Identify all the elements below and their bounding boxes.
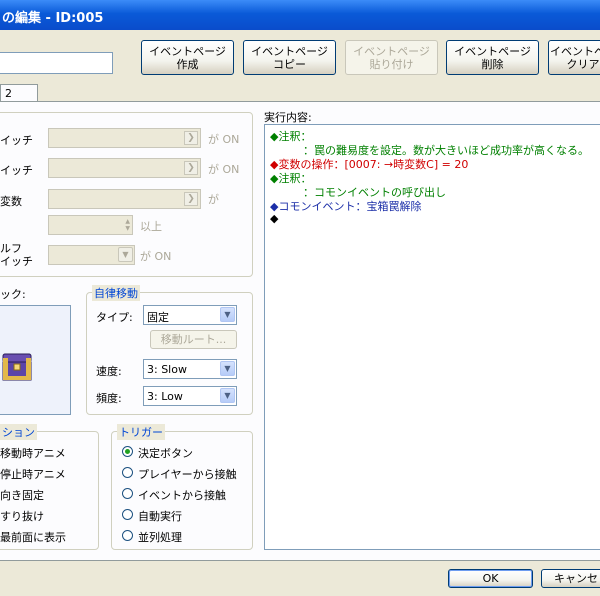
move-frequency-combo[interactable]: 3: Low ▼ — [143, 386, 237, 406]
window-title: の編集 - ID:005 — [2, 11, 104, 26]
option-step-anime[interactable]: 停止時アニメ — [0, 466, 66, 482]
contents-line[interactable]: ◆ — [270, 212, 278, 225]
autonomous-movement-title: 自律移動 — [92, 285, 140, 301]
contents-line[interactable]: ◆コモンイベント：宝箱罠解除 — [270, 198, 421, 214]
contents-list[interactable]: ◆注釈： ：罠の難易度を設定。数が大きいほど成功率が高くなる。 ◆変数の操作：[… — [264, 124, 600, 550]
trigger-radio-event-touch[interactable] — [122, 488, 133, 499]
trigger-label-event-touch: イベントから接触 — [138, 489, 226, 502]
treasure-chest-icon — [2, 353, 32, 381]
contents-label: 実行内容: — [264, 111, 312, 124]
move-type-combo[interactable]: 固定 ▼ — [143, 305, 237, 325]
title-bar: の編集 - ID:005 — [0, 0, 600, 30]
move-speed-combo[interactable]: 3: Slow ▼ — [143, 359, 237, 379]
trigger-radio-autorun[interactable] — [122, 509, 133, 520]
move-speed-label: 速度: — [96, 365, 122, 378]
trigger-label-autorun: 自動実行 — [138, 510, 182, 523]
event-name-input[interactable] — [0, 52, 113, 74]
delete-page-button[interactable]: イベントページ 削除 — [446, 40, 539, 75]
chevron-down-icon: ▼ — [220, 361, 235, 376]
clear-page-button[interactable]: イベントペー クリア — [548, 40, 600, 75]
conditions-group-border — [0, 112, 253, 277]
paste-page-button[interactable]: イベントページ 貼り付け — [345, 40, 438, 75]
option-always-on-top[interactable]: 最前面に表示 — [0, 529, 66, 545]
trigger-title: トリガー — [117, 424, 165, 440]
chevron-down-icon: ▼ — [220, 388, 235, 403]
option-through[interactable]: すり抜け — [0, 508, 44, 524]
chevron-down-icon: ▼ — [220, 307, 235, 322]
trigger-label-parallel: 並列処理 — [138, 531, 182, 544]
option-direction-fix[interactable]: 向き固定 — [0, 487, 44, 503]
trigger-radio-player-touch[interactable] — [122, 467, 133, 478]
options-title: ション — [0, 424, 37, 440]
move-route-button[interactable]: 移動ルート... — [150, 330, 237, 349]
trigger-label-action-button: 決定ボタン — [138, 447, 193, 460]
ok-button[interactable]: OK — [448, 569, 533, 588]
tab-page-2[interactable]: 2 — [0, 84, 38, 101]
graphic-label: ック: — [0, 288, 26, 301]
create-page-button[interactable]: イベントページ 作成 — [141, 40, 234, 75]
move-type-label: タイプ: — [96, 311, 133, 324]
option-walk-anime[interactable]: 移動時アニメ — [0, 445, 66, 461]
graphic-preview[interactable] — [0, 305, 71, 415]
copy-page-button[interactable]: イベントページ コピー — [243, 40, 336, 75]
move-frequency-label: 頻度: — [96, 392, 122, 405]
cancel-button[interactable]: キャンセ — [541, 569, 600, 588]
trigger-label-player-touch: プレイヤーから接触 — [138, 468, 237, 481]
trigger-radio-parallel[interactable] — [122, 530, 133, 541]
trigger-radio-action-button[interactable] — [122, 446, 133, 457]
